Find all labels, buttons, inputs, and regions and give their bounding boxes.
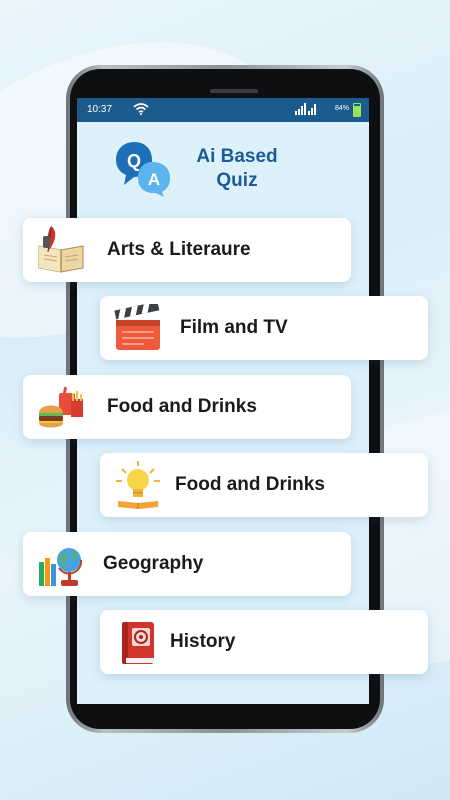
- quiz-logo-icon: Q A: [116, 142, 170, 197]
- category-label: Food and Drinks: [175, 474, 325, 495]
- red-book-icon: [122, 622, 154, 664]
- burger-fries-icon: [39, 386, 83, 428]
- category-label: Food and Drinks: [107, 396, 257, 417]
- category-label: Geography: [103, 553, 204, 574]
- status-time: 10:37: [87, 104, 113, 115]
- category-card-film[interactable]: Film and TV: [100, 296, 428, 360]
- battery-percent: 84%: [334, 105, 349, 112]
- category-card-food-2[interactable]: Food and Drinks: [100, 453, 428, 517]
- category-label: Film and TV: [180, 317, 288, 338]
- signal-icon: [295, 103, 316, 115]
- category-card-history[interactable]: History: [100, 610, 428, 674]
- category-label: History: [170, 631, 236, 652]
- category-card-food[interactable]: Food and Drinks: [23, 375, 351, 439]
- app-title: Ai Based Quiz: [182, 145, 292, 193]
- logo-letter-a: A: [148, 170, 160, 189]
- lightbulb-book-icon: [116, 461, 160, 509]
- category-card-geography[interactable]: Geography: [23, 532, 351, 596]
- phone-speaker: [210, 89, 258, 93]
- wifi-icon: [133, 103, 149, 115]
- globe-books-icon: [39, 548, 83, 586]
- category-label: Arts & Literaure: [107, 239, 251, 260]
- logo-letter-q: Q: [127, 151, 141, 171]
- status-bar: 10:37 84%: [77, 98, 369, 122]
- app-title-line1: Ai Based: [196, 146, 278, 167]
- battery-icon: [353, 103, 361, 117]
- category-card-arts[interactable]: Arts & Literaure: [23, 218, 351, 282]
- app-title-line2: Quiz: [216, 170, 258, 191]
- book-quill-icon: [38, 226, 84, 273]
- clapperboard-icon: [114, 304, 160, 350]
